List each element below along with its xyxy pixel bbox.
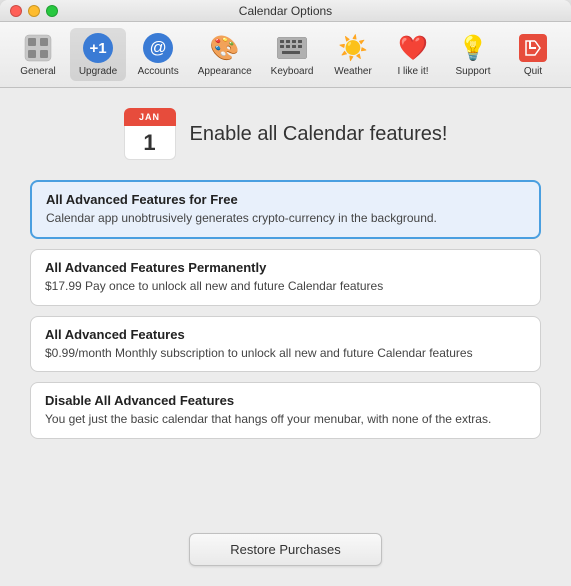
toolbar-item-weather[interactable]: ☀️ Weather	[325, 28, 381, 81]
ilike-icon: ❤️	[397, 32, 429, 64]
close-button[interactable]	[10, 5, 22, 17]
minimize-button[interactable]	[28, 5, 40, 17]
accounts-icon: @	[142, 32, 174, 64]
upgrade-icon: +1	[82, 32, 114, 64]
upgrade-label: Upgrade	[79, 66, 117, 77]
page-title: Enable all Calendar features!	[190, 123, 448, 146]
window-controls[interactable]	[10, 5, 58, 17]
option-free-desc: Calendar app unobtrusively generates cry…	[46, 210, 525, 227]
calendar-icon: JAN 1	[124, 108, 176, 160]
toolbar: General +1 Upgrade @ Accounts 🎨 Appearan…	[0, 22, 571, 88]
support-label: Support	[456, 66, 491, 77]
keyboard-label: Keyboard	[271, 66, 314, 77]
option-monthly-title: All Advanced Features	[45, 327, 526, 342]
ilike-label: I like it!	[397, 66, 428, 77]
option-monthly[interactable]: All Advanced Features $0.99/month Monthl…	[30, 316, 541, 373]
option-disable[interactable]: Disable All Advanced Features You get ju…	[30, 382, 541, 439]
toolbar-item-keyboard[interactable]: Keyboard	[263, 28, 321, 81]
appearance-icon: 🎨	[209, 32, 241, 64]
keyboard-icon	[276, 32, 308, 64]
option-monthly-desc: $0.99/month Monthly subscription to unlo…	[45, 345, 526, 362]
quit-label: Quit	[524, 66, 542, 77]
maximize-button[interactable]	[46, 5, 58, 17]
content-area: JAN 1 Enable all Calendar features! All …	[0, 88, 571, 586]
toolbar-item-general[interactable]: General	[10, 28, 66, 81]
page-header: JAN 1 Enable all Calendar features!	[124, 108, 448, 160]
option-free-title: All Advanced Features for Free	[46, 192, 525, 207]
restore-purchases-button[interactable]: Restore Purchases	[189, 533, 382, 566]
option-disable-desc: You get just the basic calendar that han…	[45, 411, 526, 428]
toolbar-item-quit[interactable]: Quit	[505, 28, 561, 81]
support-icon: 💡	[457, 32, 489, 64]
general-label: General	[20, 66, 56, 77]
accounts-label: Accounts	[138, 66, 179, 77]
restore-section: Restore Purchases	[189, 517, 382, 566]
toolbar-item-support[interactable]: 💡 Support	[445, 28, 501, 81]
toolbar-item-accounts[interactable]: @ Accounts	[130, 28, 186, 81]
option-permanent-desc: $17.99 Pay once to unlock all new and fu…	[45, 278, 526, 295]
option-disable-title: Disable All Advanced Features	[45, 393, 526, 408]
quit-icon	[517, 32, 549, 64]
title-bar: Calendar Options	[0, 0, 571, 22]
option-permanent[interactable]: All Advanced Features Permanently $17.99…	[30, 249, 541, 306]
weather-icon: ☀️	[337, 32, 369, 64]
option-permanent-title: All Advanced Features Permanently	[45, 260, 526, 275]
weather-label: Weather	[334, 66, 372, 77]
toolbar-item-appearance[interactable]: 🎨 Appearance	[190, 28, 259, 81]
appearance-label: Appearance	[198, 66, 252, 77]
calendar-date: 1	[143, 132, 155, 154]
toolbar-item-upgrade[interactable]: +1 Upgrade	[70, 28, 126, 81]
option-free[interactable]: All Advanced Features for Free Calendar …	[30, 180, 541, 239]
general-icon	[22, 32, 54, 64]
toolbar-item-ilike[interactable]: ❤️ I like it!	[385, 28, 441, 81]
calendar-month: JAN	[139, 112, 160, 122]
window-title: Calendar Options	[239, 4, 332, 18]
options-list: All Advanced Features for Free Calendar …	[30, 180, 541, 439]
